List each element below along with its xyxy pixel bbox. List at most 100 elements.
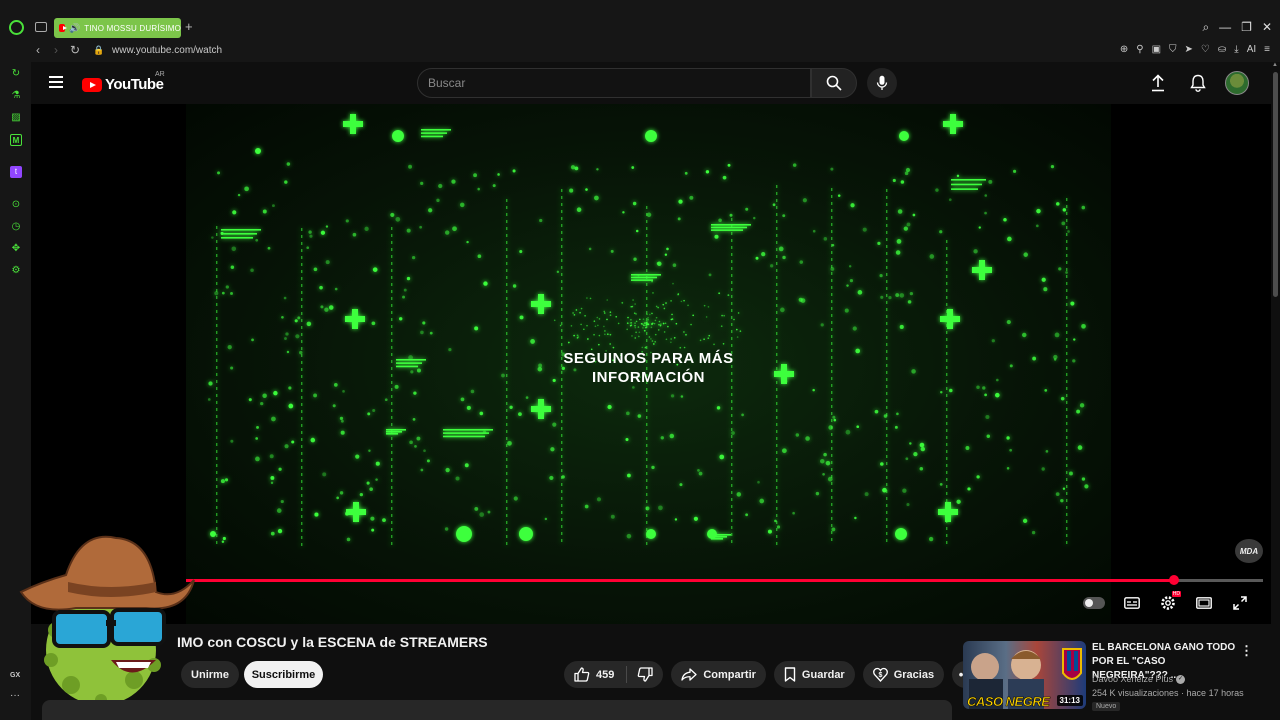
hd-badge: HD <box>1171 591 1181 597</box>
player-controls: HD <box>1083 591 1249 612</box>
lock-icon[interactable]: 🔒 <box>93 45 104 56</box>
progress-bar[interactable] <box>186 575 1263 585</box>
thanks-button[interactable]: $ Gracias <box>862 661 945 688</box>
save-label: Guardar <box>801 668 845 681</box>
heart-icon[interactable]: ♡ <box>1201 44 1210 55</box>
recommended-menu-button[interactable]: ⋮ <box>1240 643 1253 659</box>
subtitles-button[interactable] <box>1123 594 1141 612</box>
share-icon <box>681 668 698 681</box>
verified-check-icon: ✓ <box>1176 674 1186 684</box>
snap-button[interactable]: ❐ <box>1241 20 1252 35</box>
upload-button[interactable] <box>1145 70 1171 96</box>
download-icon[interactable]: ⤓ <box>1234 44 1238 55</box>
region-code: AR <box>155 71 165 78</box>
like-count: 459 <box>596 668 615 681</box>
theater-mode-button[interactable] <box>1195 594 1213 612</box>
save-button[interactable]: Guardar <box>773 661 855 688</box>
like-button[interactable]: 459 <box>564 666 628 683</box>
player-icon[interactable]: ⊙ <box>10 199 22 211</box>
send-icon[interactable]: ➤ <box>1185 44 1193 55</box>
window-controls: ⌕ — ❐ ✕ <box>1202 20 1272 35</box>
recommended-thumbnail[interactable]: CASO NEGRE 31:13 <box>963 641 1086 709</box>
zoom-icon[interactable]: ⊕ <box>1120 44 1128 55</box>
active-tab[interactable]: 🔊 TINO MOSSU DURÍSIMO <box>54 18 181 38</box>
youtube-favicon-icon <box>59 24 68 32</box>
settings-button[interactable]: HD <box>1159 591 1181 612</box>
autoplay-toggle[interactable] <box>1083 597 1105 609</box>
thumbs-down-icon <box>638 667 654 682</box>
extensions-icon[interactable]: ✥ <box>10 243 22 255</box>
snapshot-icon[interactable]: ▣ <box>1152 44 1161 55</box>
search-box <box>417 68 811 98</box>
gx-corner-icon[interactable]: ⚗ <box>10 90 22 102</box>
page-scrollbar[interactable]: ▲ <box>1271 62 1280 720</box>
recommended-video[interactable]: CASO NEGRE 31:13 EL BARCELONA GANO TODO … <box>963 641 1263 720</box>
shield-icon[interactable]: ⛉ <box>1169 44 1177 55</box>
theater-icon <box>1196 597 1212 609</box>
notifications-button[interactable] <box>1185 70 1211 96</box>
messenger-icon[interactable]: M <box>10 134 22 146</box>
url-field[interactable]: www.youtube.com/watch <box>112 45 222 56</box>
audio-playing-icon[interactable]: 🔊 <box>69 23 80 34</box>
tab-title: TINO MOSSU DURÍSIMO <box>84 23 181 33</box>
aria-ai-button[interactable]: AI <box>1247 44 1256 55</box>
channel-watermark[interactable]: MDA <box>1235 539 1263 563</box>
hamburger-menu-icon[interactable] <box>49 76 63 88</box>
opera-gx-logo-icon[interactable] <box>9 20 24 35</box>
tab-manager-icon[interactable] <box>35 22 47 32</box>
browser-chrome: 🔊 TINO MOSSU DURÍSIMO + ⌕ — ❐ ✕ ‹ › ↻ 🔒 … <box>0 0 1280 62</box>
video-title: IMO con COSCU y la ESCENA de STREAMERS <box>177 634 488 650</box>
forward-button[interactable]: › <box>54 43 58 57</box>
overlay-line-1: SEGUINOS PARA MÁS <box>563 350 734 367</box>
search-tabs-icon[interactable]: ⌕ <box>1202 20 1209 35</box>
scrollbar-thumb[interactable] <box>1273 72 1278 297</box>
share-label: Compartir <box>703 668 756 681</box>
search-button[interactable] <box>811 68 857 98</box>
description-box[interactable] <box>42 700 952 720</box>
close-window-button[interactable]: ✕ <box>1262 20 1272 35</box>
thumbnail-caption: CASO NEGRE <box>967 694 1050 709</box>
address-bar-tools: ⊕ ⚲ ▣ ⛉ ➤ ♡ ⛀ ⤓ AI ≡ <box>1120 44 1270 55</box>
new-badge: Nuevo <box>1092 702 1121 711</box>
new-tab-button[interactable]: + <box>185 19 193 34</box>
subscribe-button[interactable]: Suscribirme <box>244 661 323 688</box>
back-button[interactable]: ‹ <box>36 43 40 57</box>
dislike-button[interactable] <box>627 667 663 682</box>
upload-icon <box>1152 74 1164 92</box>
fullscreen-button[interactable] <box>1231 594 1249 612</box>
twitch-icon[interactable]: t <box>10 166 22 178</box>
account-avatar[interactable] <box>1225 71 1249 95</box>
share-button[interactable]: Compartir <box>671 661 766 688</box>
video-actions: 459 Compartir Guardar $ Gracias ••• <box>564 661 980 688</box>
history-icon[interactable]: ◷ <box>10 221 22 233</box>
channel-name: Davoo Xeneize Plus <box>1092 674 1174 684</box>
recommended-channel[interactable]: Davoo Xeneize Plus ✓ <box>1092 674 1186 684</box>
pin-icon[interactable]: ⚲ <box>1136 44 1143 55</box>
microphone-icon <box>876 75 888 90</box>
reload-button[interactable]: ↻ <box>70 43 80 57</box>
address-bar: ‹ › ↻ 🔒 www.youtube.com/watch ⊕ ⚲ ▣ ⛉ ➤ … <box>0 42 1280 60</box>
tab-bar: 🔊 TINO MOSSU DURÍSIMO + ⌕ — ❐ ✕ <box>0 14 1280 42</box>
youtube-logo[interactable]: YouTube AR <box>82 71 165 93</box>
video-overlay-text: SEGUINOS PARA MÁS INFORMACIÓN <box>186 349 1111 387</box>
gx-control-icon[interactable]: ↻ <box>10 68 22 80</box>
scroll-up-icon[interactable]: ▲ <box>1272 62 1278 68</box>
progress-played <box>186 579 1174 582</box>
progress-scrubber[interactable] <box>1168 575 1179 585</box>
menu-icon[interactable]: ≡ <box>1264 44 1270 55</box>
overlay-line-2: INFORMACIÓN <box>592 369 705 386</box>
settings-icon[interactable]: ⚙ <box>10 265 22 277</box>
video-player[interactable]: SEGUINOS PARA MÁS INFORMACIÓN MDA HD <box>31 104 1271 624</box>
gear-icon <box>1161 596 1175 610</box>
join-button[interactable]: Unirme <box>181 661 239 688</box>
gx-cleaner-icon[interactable]: ▨ <box>10 112 22 124</box>
video-frame[interactable]: SEGUINOS PARA MÁS INFORMACIÓN <box>186 104 1111 624</box>
voice-search-button[interactable] <box>867 68 897 98</box>
search-input[interactable] <box>428 76 788 90</box>
wallet-icon[interactable]: ⛀ <box>1218 44 1226 55</box>
youtube-wordmark: YouTube <box>105 76 164 93</box>
recommended-meta: 254 K visualizaciones · hace 17 horas <box>1092 688 1244 698</box>
minimize-button[interactable]: — <box>1219 20 1231 35</box>
fullscreen-icon <box>1233 596 1247 610</box>
thanks-label: Gracias <box>893 668 935 681</box>
